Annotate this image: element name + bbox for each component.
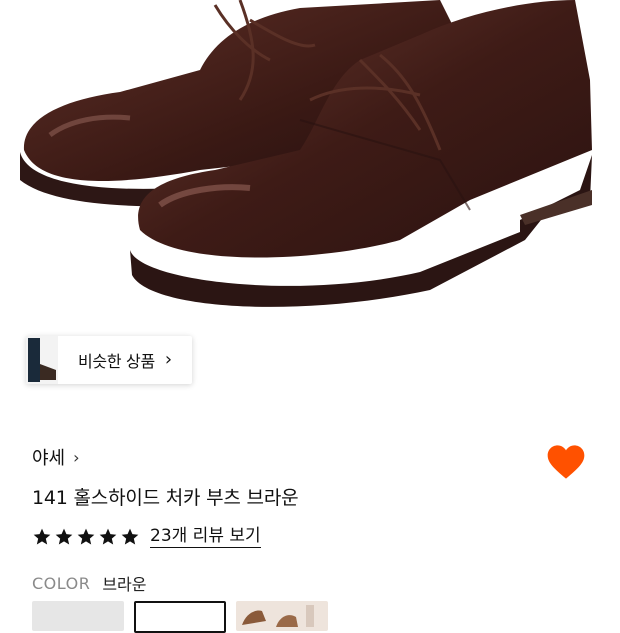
product-title: 141 홀스하이드 처카 부츠 브라운 <box>32 487 299 509</box>
color-value: 브라운 <box>102 575 147 594</box>
color-swatch[interactable] <box>32 601 124 631</box>
product-image[interactable] <box>0 0 620 330</box>
color-label: COLOR <box>32 573 91 593</box>
color-swatch[interactable] <box>236 601 328 631</box>
star-icon <box>33 528 51 545</box>
similar-products-button[interactable]: 비슷한 상품 › <box>26 336 193 384</box>
color-swatches <box>32 601 328 633</box>
reviews-link[interactable]: 23개 리뷰 보기 <box>150 526 261 548</box>
color-row: COLOR 브라운 <box>32 571 147 595</box>
brand-name: 야세 <box>32 448 66 469</box>
similar-products-label: 비슷한 상품 <box>78 352 155 371</box>
wishlist-heart-icon[interactable] <box>546 443 586 481</box>
chevron-right-icon: › <box>73 447 80 467</box>
brand-link[interactable]: 야세 › <box>32 444 80 470</box>
chevron-right-icon: › <box>164 348 173 370</box>
star-icon <box>77 528 95 545</box>
similar-thumbnail <box>26 336 58 384</box>
rating-row: 23개 리뷰 보기 <box>32 526 261 548</box>
star-icon <box>121 528 139 545</box>
star-rating <box>32 527 140 547</box>
star-icon <box>55 528 73 545</box>
color-swatch-selected[interactable] <box>134 601 226 633</box>
star-icon <box>99 528 117 545</box>
boots-photo <box>20 0 593 307</box>
